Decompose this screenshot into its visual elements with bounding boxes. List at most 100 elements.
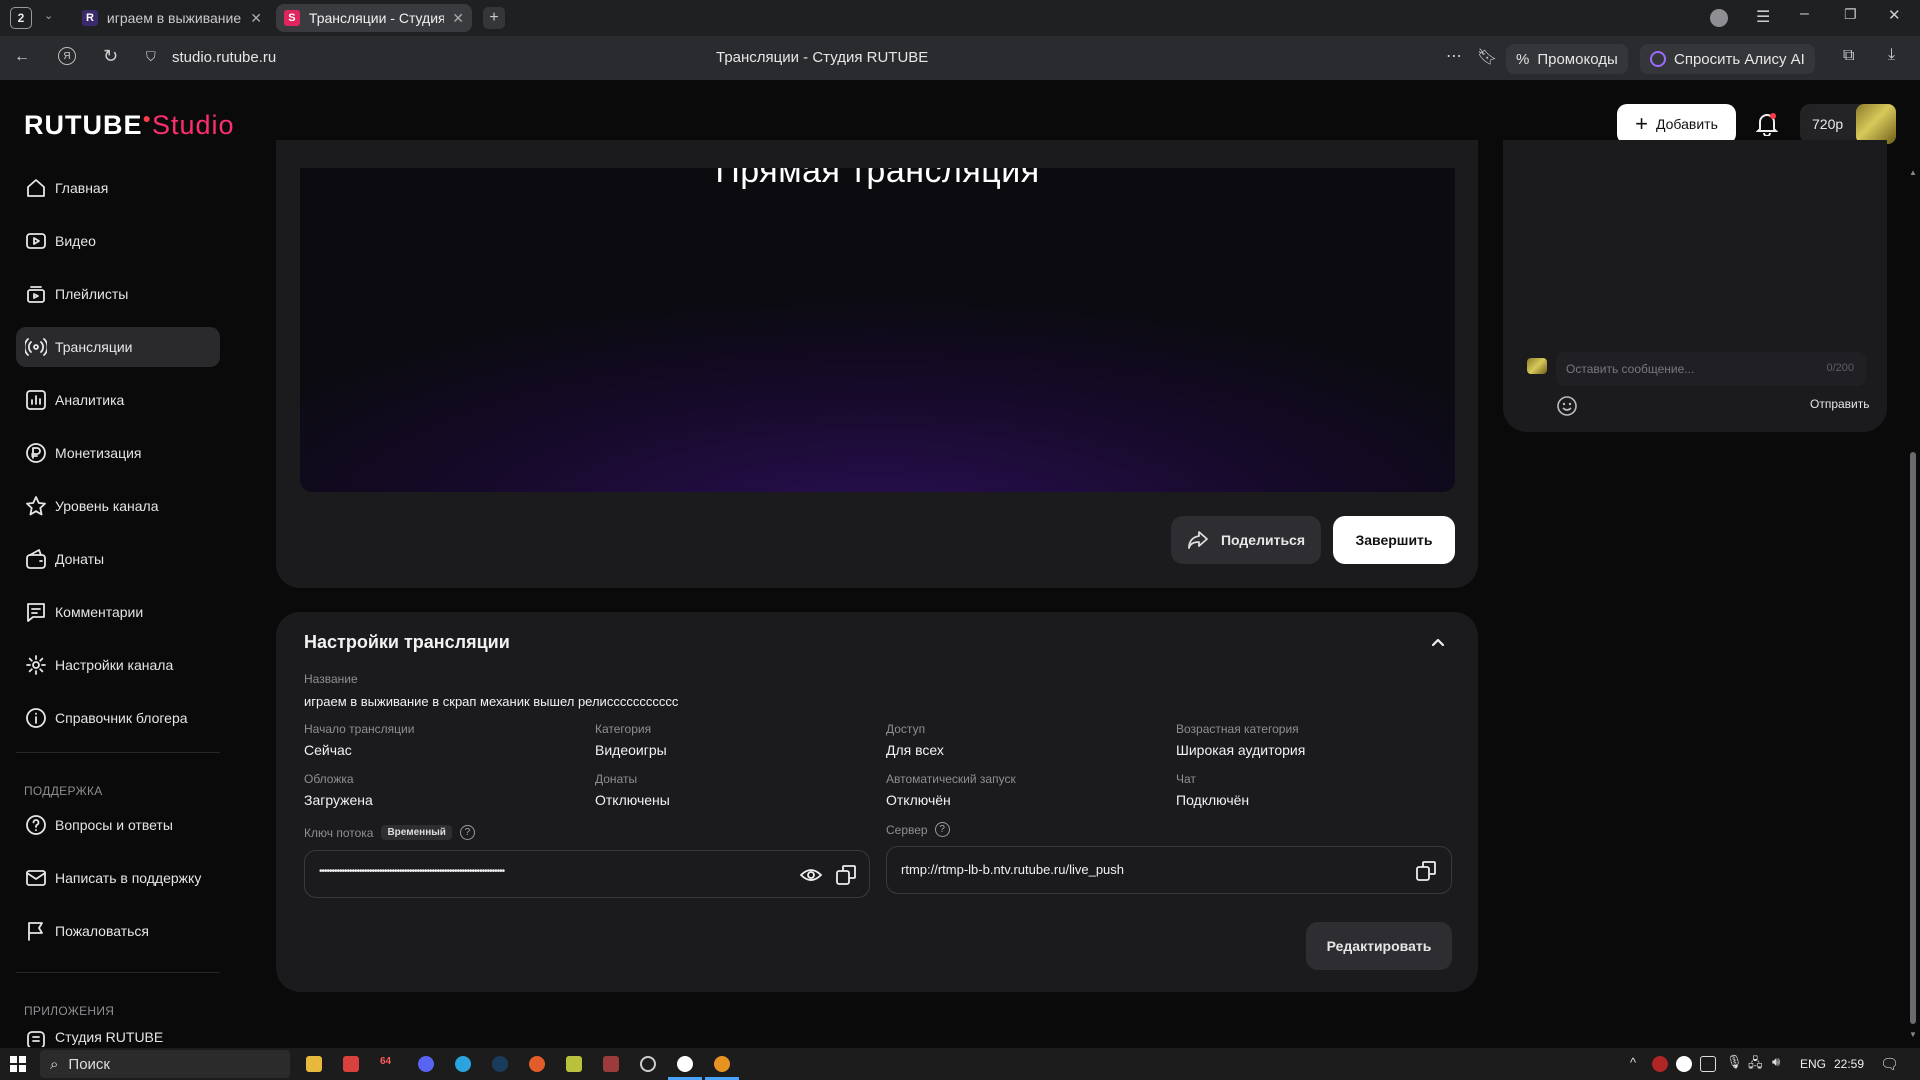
eye-icon[interactable]: [799, 867, 823, 883]
emoji-icon[interactable]: [1556, 395, 1578, 417]
more-icon[interactable]: ⋯: [1446, 46, 1462, 66]
notification-center-icon[interactable]: 🗨︎: [1880, 1055, 1899, 1073]
sidebar-item-mail[interactable]: Написать в поддержку: [16, 858, 220, 898]
chat-send-button[interactable]: Отправить: [1810, 397, 1870, 411]
tab-close-icon[interactable]: ✕: [452, 10, 464, 27]
broadcast-icon: [25, 338, 47, 356]
share-icon: [1188, 531, 1208, 549]
telegram-icon[interactable]: [455, 1056, 471, 1072]
new-tab-button[interactable]: +: [483, 7, 505, 29]
sidebar-item-label: Написать в поддержку: [55, 870, 202, 886]
scroll-up-icon[interactable]: ▲: [1909, 168, 1917, 177]
profile-icon[interactable]: [1710, 9, 1728, 27]
tab-stream-video[interactable]: R играем в выживание в скрап механик ✕: [74, 4, 270, 32]
tray-chevron-icon[interactable]: ^: [1630, 1055, 1636, 1070]
sidebar-item-broadcast[interactable]: Трансляции: [16, 327, 220, 367]
app-green-icon[interactable]: [566, 1056, 582, 1072]
app-64-icon[interactable]: 64: [380, 1056, 396, 1072]
search-label: Поиск: [68, 1055, 110, 1073]
yandex-browser-icon[interactable]: [677, 1056, 693, 1072]
bookmark-icon[interactable]: 🔖︎: [1477, 47, 1497, 67]
sidebar-item-playlist[interactable]: Плейлисты: [16, 274, 220, 314]
restore-icon[interactable]: ❐: [1844, 6, 1857, 23]
back-icon[interactable]: ←: [14, 48, 30, 66]
file-explorer-icon[interactable]: [306, 1056, 322, 1072]
chat-counter: 0/200: [1826, 362, 1854, 374]
tray-volume-icon[interactable]: 🔊︎: [1772, 1054, 1780, 1070]
finish-button[interactable]: Завершить: [1333, 516, 1455, 564]
app-window-icon[interactable]: [603, 1056, 619, 1072]
sidebar-item-studio-app[interactable]: Студия RUTUBE: [16, 1025, 220, 1047]
steam-icon[interactable]: [492, 1056, 508, 1072]
sidebar-item-flag[interactable]: Пожаловаться: [16, 911, 220, 951]
server-help-icon[interactable]: ?: [934, 822, 950, 837]
sidebar-item-label: Комментарии: [55, 604, 144, 620]
chat-input[interactable]: Оставить сообщение... 0/200: [1556, 352, 1866, 386]
taskbar-search[interactable]: ⌕ Поиск: [40, 1050, 290, 1078]
app-orange-icon[interactable]: [529, 1056, 545, 1072]
app-red-icon[interactable]: [343, 1056, 359, 1072]
stream-preview[interactable]: Прямая трансляция: [300, 168, 1455, 492]
app-amber-icon[interactable]: [714, 1056, 730, 1072]
app-clock-icon[interactable]: [640, 1056, 656, 1072]
windows-taskbar: ⌕ Поиск 64 ^ 🎙︎ 🖧︎ 🔊︎ ENG 22:59 🗨︎: [0, 1048, 1920, 1080]
tab-close-icon[interactable]: ✕: [250, 10, 262, 27]
sidebar-item-label: Монетизация: [55, 445, 142, 461]
sidebar-item-home[interactable]: Главная: [16, 168, 220, 208]
collections-icon[interactable]: ⧉: [1843, 47, 1854, 65]
tab-counter[interactable]: 2: [10, 7, 32, 29]
collapse-chevron-icon[interactable]: [1428, 632, 1448, 652]
edit-button[interactable]: Редактировать: [1306, 922, 1452, 970]
sidebar-item-comment[interactable]: Комментарии: [16, 592, 220, 632]
page-scrollbar[interactable]: ▲ ▼: [1908, 168, 1918, 1040]
alice-button[interactable]: Спросить Алису AI: [1640, 44, 1815, 74]
windows-start-icon[interactable]: [10, 1056, 26, 1072]
tray-shield-icon[interactable]: [1700, 1056, 1716, 1072]
rutube-studio-logo[interactable]: RUTUBE●Studio: [24, 110, 235, 141]
tray-app-icon[interactable]: [1652, 1056, 1668, 1072]
sidebar-item-question[interactable]: Вопросы и ответы: [16, 805, 220, 845]
stream-key-field[interactable]: ••••••••••••••••••••••••••••••••••••••••…: [304, 850, 870, 898]
sidebar-item-star[interactable]: Уровень канала: [16, 486, 220, 526]
tray-yandex-icon[interactable]: [1676, 1056, 1692, 1072]
logo-dot: ●: [142, 110, 152, 126]
key-help-icon[interactable]: ?: [459, 825, 475, 840]
sidebar-item-ruble[interactable]: Монетизация: [16, 433, 220, 473]
discord-icon[interactable]: [418, 1056, 434, 1072]
sidebar-item-donate[interactable]: Донаты: [16, 539, 220, 579]
close-window-icon[interactable]: ✕: [1888, 6, 1901, 24]
star-icon: [26, 496, 46, 516]
reload-icon[interactable]: ↻: [103, 46, 118, 67]
sidebar-divider: [16, 972, 220, 973]
logo-main: RUTUBE: [24, 110, 143, 140]
tray-network-icon[interactable]: 🖧︎: [1748, 1054, 1763, 1076]
notifications-icon[interactable]: [1756, 112, 1778, 136]
tray-clock[interactable]: 22:59: [1834, 1057, 1864, 1071]
plus-icon: +: [1635, 111, 1648, 136]
minimize-icon[interactable]: –: [1800, 5, 1809, 23]
copy-server-icon[interactable]: [1415, 860, 1437, 882]
sidebar-item-info[interactable]: Справочник блогера: [16, 698, 220, 738]
quality-label: 720p: [1812, 116, 1844, 132]
field-2-value: Видеоигры: [595, 742, 667, 758]
server-field[interactable]: rtmp://rtmp-lb-b.ntv.rutube.ru/live_push: [886, 846, 1452, 894]
menu-icon[interactable]: ☰: [1756, 7, 1770, 27]
tray-language[interactable]: ENG: [1800, 1057, 1826, 1071]
tray-mic-icon[interactable]: 🎙︎: [1726, 1054, 1743, 1070]
avatar[interactable]: [1856, 104, 1896, 144]
sidebar-item-gear[interactable]: Настройки канала: [16, 645, 220, 685]
promo-button[interactable]: % Промокоды: [1506, 44, 1628, 74]
site-security-icon[interactable]: ⛉: [146, 49, 156, 65]
scroll-down-icon[interactable]: ▼: [1909, 1030, 1917, 1039]
yandex-shield-icon[interactable]: Я: [58, 47, 76, 65]
sidebar-item-video[interactable]: Видео: [16, 221, 220, 261]
share-button[interactable]: Поделиться: [1171, 516, 1321, 564]
add-button[interactable]: + Добавить: [1617, 104, 1736, 144]
download-icon[interactable]: ⤓: [1888, 46, 1895, 64]
tab-studio[interactable]: S Трансляции - Студия RUTUBE ✕: [276, 4, 472, 32]
sidebar-item-analytics[interactable]: Аналитика: [16, 380, 220, 420]
scrollbar-thumb[interactable]: [1910, 452, 1916, 1024]
copy-key-icon[interactable]: [835, 864, 857, 886]
tabs-dropdown-icon[interactable]: ⌄: [44, 9, 53, 22]
url-field[interactable]: studio.rutube.ru: [172, 49, 276, 66]
